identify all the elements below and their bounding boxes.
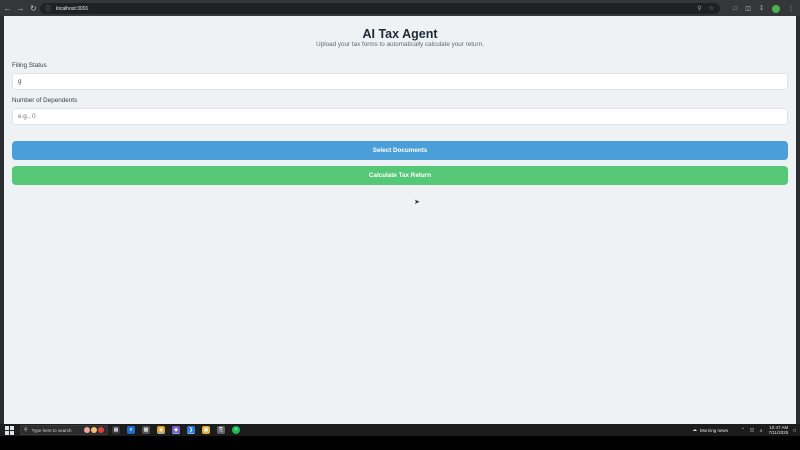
network-icon[interactable]: ◫ [750,427,754,433]
taskbar-clock[interactable]: 10:47 AM 7/11/2025 [769,425,789,435]
search-icon: ⚲ [24,427,28,433]
bookmark-star-icon[interactable]: ☆ [709,5,714,12]
page-title: AI Tax Agent [362,27,438,41]
sidepanel-icon[interactable]: ◫ [745,5,751,12]
browser-toolbar: ← → ↻ ⓘ localhost:3001 ⚲ ☆ □ ◫ ↧ ⋮ [0,0,800,16]
calculate-tax-return-button[interactable]: Calculate Tax Return [12,166,788,185]
task-view-icon[interactable]: ▦ [112,426,120,434]
profile-avatar[interactable] [772,4,780,13]
volume-icon[interactable]: ♬ [759,428,764,433]
file-explorer-icon[interactable]: ▣ [202,426,210,434]
windows-start-icon[interactable] [5,425,14,435]
download-icon[interactable]: ↧ [759,5,764,12]
url-text: localhost:3001 [56,5,89,12]
browser-window: ← → ↻ ⓘ localhost:3001 ⚲ ☆ □ ◫ ↧ ⋮ AI Ta… [0,0,800,424]
filing-status-input[interactable]: g [12,73,788,90]
weather-icon: ☁ [692,427,698,432]
taskbar: ⚲ Type here to search ▦ e ▩ ◉ ◆ ❯ ▣ ⎘ ≈ … [0,424,800,436]
vscode-icon[interactable]: ❯ [187,426,195,434]
terminal-icon[interactable]: ⎘ [217,426,225,434]
clock-date: 7/11/2025 [768,430,789,435]
weather-widget[interactable]: ☁ Morning news [693,427,729,433]
spotify-icon[interactable]: ≈ [232,426,240,434]
forward-icon[interactable]: → [15,3,26,14]
notifications-icon[interactable]: □ [793,428,796,433]
edge-icon[interactable]: e [127,426,135,434]
site-info-icon[interactable]: ⓘ [45,4,51,13]
menu-icon[interactable]: ⋮ [788,5,794,12]
dependents-label: Number of Dependents [12,97,78,104]
weather-text: Morning news [700,427,729,433]
page-subtitle: Upload your tax forms to automatically c… [316,41,484,48]
back-icon[interactable]: ← [2,3,13,14]
bottom-strip [0,436,800,450]
reload-icon[interactable]: ↻ [28,3,39,14]
extensions-icon[interactable]: □ [734,6,738,12]
address-bar[interactable]: ⓘ localhost:3001 ⚲ ☆ [40,3,720,14]
filing-status-label: Filing Status [12,62,47,69]
tray-chevron-icon[interactable]: ⌃ [741,427,745,433]
select-documents-button[interactable]: Select Documents [12,141,788,160]
mouse-cursor-icon: ➤ [414,199,420,206]
app-page: AI Tax Agent Upload your tax forms to au… [4,16,796,424]
taskbar-search[interactable]: ⚲ Type here to search [20,425,108,435]
taskbar-search-placeholder: Type here to search [31,427,72,433]
zoom-icon[interactable]: ⚲ [697,5,701,12]
dependents-input[interactable]: e.g., 0 [12,108,788,125]
chrome-icon[interactable]: ◉ [157,426,165,434]
store-icon[interactable]: ▩ [142,426,150,434]
app-icon[interactable]: ◆ [172,426,180,434]
search-highlight-icon [84,427,104,433]
